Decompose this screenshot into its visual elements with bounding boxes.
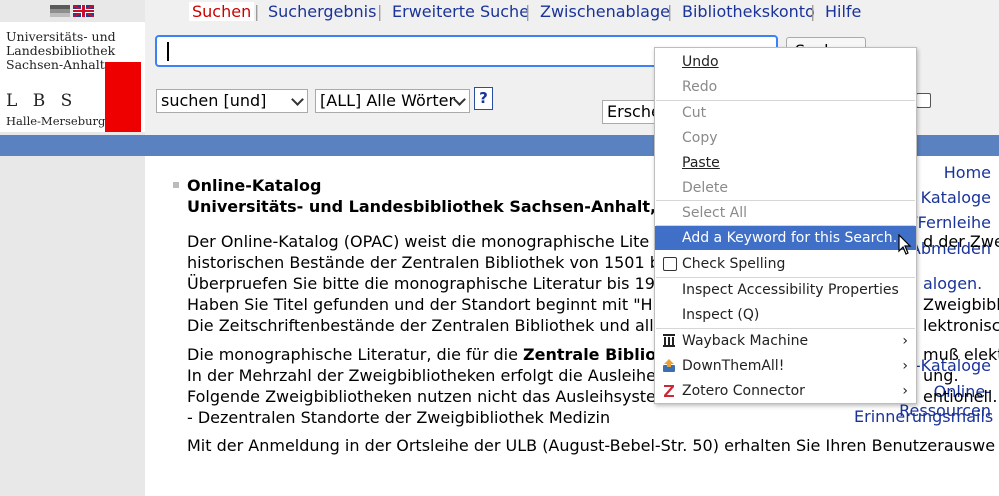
menu-label: Copy [682, 130, 718, 146]
year-select[interactable]: Ersche [602, 100, 662, 124]
menu-item-paste[interactable]: Paste [655, 151, 916, 175]
menu-label: DownThemAll! [682, 358, 785, 374]
year-select-label: Ersche [607, 102, 661, 121]
nav-separator: | [525, 2, 531, 21]
menu-label: Delete [682, 180, 728, 196]
nav-separator: | [667, 2, 673, 21]
nav-tab-bibliothekskonto[interactable]: Bibliothekskonto [682, 2, 815, 21]
paragraph-line-tail: d der Zwe [923, 232, 999, 251]
sidebar-blue-bar [0, 135, 145, 156]
menu-item-copy[interactable]: Copy [655, 126, 916, 150]
paragraph-bold: Zentrale Bibliot [523, 345, 664, 364]
menu-item-inspect-accessibility[interactable]: Inspect Accessibility Properties [655, 278, 916, 302]
zotero-icon [664, 385, 674, 397]
menu-item-cut[interactable]: Cut [655, 101, 916, 125]
nav-tab-suchergebnis[interactable]: Suchergebnis [268, 2, 376, 21]
paragraph-line-tail: entionell. [923, 387, 998, 406]
paragraph-line: Folgende Zweigbibliotheken nutzen nicht … [187, 387, 656, 406]
paragraph-line: Der Online-Katalog (OPAC) weist die mono… [187, 232, 650, 251]
search-action-value: suchen [und] [161, 91, 267, 110]
submenu-arrow-icon: › [902, 333, 908, 349]
nav-tab-suchen[interactable]: Suchen [189, 2, 255, 21]
paragraph-line-tail: muß elekt [923, 345, 999, 364]
chevron-down-icon [291, 93, 304, 106]
menu-item-select-all[interactable]: Select All [655, 201, 916, 225]
language-flags [0, 0, 145, 22]
menu-item-check-spelling[interactable]: Check Spelling [655, 252, 916, 276]
catalog-link[interactable]: alogen. [923, 274, 982, 293]
german-flag-icon[interactable] [50, 5, 70, 17]
menu-label: Wayback Machine [682, 333, 809, 349]
bullet-icon [173, 182, 179, 188]
logo-red-block [105, 62, 141, 132]
menu-label: Add a Keyword for this Search… [682, 230, 907, 246]
menu-item-add-keyword[interactable]: Add a Keyword for this Search… [655, 226, 916, 250]
menu-label: Check Spelling [682, 256, 786, 272]
text-caret [167, 42, 169, 61]
menu-item-wayback-machine[interactable]: Wayback Machine › [655, 329, 916, 353]
paragraph-line: Mit der Anmeldung in der Ortsleihe der U… [187, 436, 996, 455]
nav-separator: | [377, 2, 383, 21]
search-field-value: [ALL] Alle Wörter [320, 91, 456, 110]
paragraph-line: Die monographische Literatur, die für di… [187, 345, 664, 364]
paragraph-line: In der Mehrzahl der Zweigbibliotheken er… [187, 366, 656, 385]
content-title: Online-Katalog [187, 176, 322, 195]
uk-flag-icon[interactable] [73, 5, 94, 17]
sidebar-link-erinnerungsmails[interactable]: Erinnerungsmails [854, 407, 999, 426]
paragraph-line-tail: lektronisch [923, 316, 999, 335]
paragraph-line: Haben Sie Titel gefunden und der Standor… [187, 295, 653, 314]
logo-acronym: L B S [6, 91, 78, 111]
menu-label: Cut [682, 105, 707, 121]
paragraph-line: Die Zeitschriftenbestände der Zentralen … [187, 316, 654, 335]
nav-separator: | [254, 2, 260, 21]
menu-item-undo[interactable]: Undo [655, 50, 916, 74]
menu-item-delete[interactable]: Delete [655, 176, 916, 200]
logo-city: Halle-Merseburg [6, 114, 106, 128]
logo-line-3: Sachsen-Anhalt [6, 57, 105, 72]
nav-tab-hilfe[interactable]: Hilfe [825, 2, 861, 21]
nav-separator: | [810, 2, 816, 21]
search-action-select[interactable]: suchen [und] [156, 89, 308, 113]
menu-label: Undo [682, 54, 719, 70]
checkbox-icon [663, 257, 677, 271]
paragraph-text: Die monographische Literatur, die für di… [187, 345, 524, 364]
menu-item-downthemall[interactable]: DownThemAll! › [655, 354, 916, 378]
menu-label: Select All [682, 205, 747, 221]
help-button[interactable]: ? [474, 87, 493, 110]
menu-label: Zotero Connector [682, 383, 805, 399]
downthemall-icon [663, 359, 675, 372]
search-field-select[interactable]: [ALL] Alle Wörter [315, 89, 470, 113]
context-menu: Undo Redo Cut Copy Paste Delete Select A… [654, 47, 917, 404]
paragraph-line: Überpruefen Sie bitte die monographische… [187, 274, 655, 293]
menu-label: Inspect Accessibility Properties [682, 282, 899, 298]
paragraph-line-tail: Zweigbibli [923, 295, 999, 314]
menu-item-zotero-connector[interactable]: Zotero Connector › [655, 379, 916, 403]
menu-item-inspect[interactable]: Inspect (Q) [655, 303, 916, 327]
mouse-cursor-icon [898, 234, 912, 255]
nav-tab-erweiterte-suche[interactable]: Erweiterte Suche [392, 2, 529, 21]
paragraph-line-tail: ung. [923, 366, 959, 385]
menu-label: Paste [682, 155, 720, 171]
menu-label: Inspect (Q) [682, 307, 760, 323]
menu-item-redo[interactable]: Redo [655, 75, 916, 99]
wayback-machine-icon [663, 334, 675, 347]
submenu-arrow-icon: › [902, 383, 908, 399]
menu-label: Redo [682, 79, 718, 95]
submenu-arrow-icon: › [902, 358, 908, 374]
paragraph-line: historischen Bestände der Zentralen Bibl… [187, 253, 660, 272]
filter-checkbox[interactable] [916, 93, 931, 108]
nav-tab-zwischenablage[interactable]: Zwischenablage [540, 2, 670, 21]
paragraph-line: - Dezentralen Standorte der Zweigbibliot… [187, 408, 611, 427]
content-subtitle: Universitäts- und Landesbibliothek Sachs… [187, 197, 657, 216]
